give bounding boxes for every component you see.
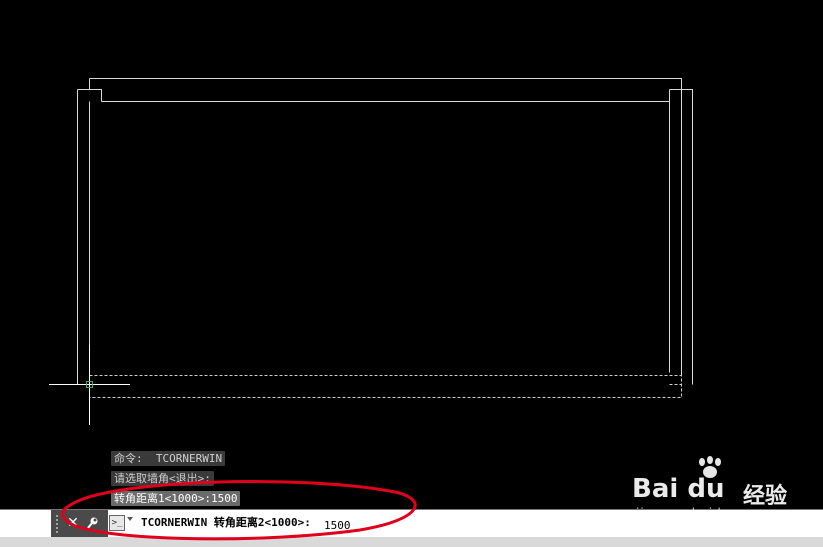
left-wall bbox=[77, 78, 102, 385]
command-prompt-icon[interactable]: >_ bbox=[109, 515, 125, 531]
command-history-line-2: 请选取墙角<退出>: bbox=[111, 471, 214, 486]
watermark-logo: Bai du bbox=[632, 474, 725, 504]
top-wall-outer bbox=[89, 78, 682, 90]
corner-window-preview bbox=[89, 375, 682, 398]
right-wall bbox=[669, 89, 693, 385]
wrench-icon[interactable] bbox=[84, 514, 102, 532]
command-history-line-3: 转角距离1<1000>:1500 bbox=[111, 491, 241, 506]
grip-handle-icon[interactable] bbox=[55, 514, 59, 533]
command-history-line-1: 命令: TCORNERWIN bbox=[111, 451, 226, 466]
wall-outer-outline bbox=[77, 78, 693, 385]
command-prompt-text: TCORNERWIN 转角距离2<1000>: bbox=[141, 516, 311, 529]
status-strip bbox=[0, 537, 823, 547]
crosshair-cursor bbox=[49, 345, 130, 425]
command-input[interactable] bbox=[324, 516, 474, 534]
close-icon[interactable]: ✕ bbox=[64, 514, 82, 532]
chevron-down-icon[interactable] bbox=[127, 517, 133, 521]
command-line-grip[interactable]: ✕ bbox=[51, 510, 108, 537]
baidu-jingyan-watermark: Bai du 经验 jingyan.baidu.com bbox=[632, 456, 812, 526]
watermark-url: jingyan.baidu.com bbox=[636, 506, 764, 520]
